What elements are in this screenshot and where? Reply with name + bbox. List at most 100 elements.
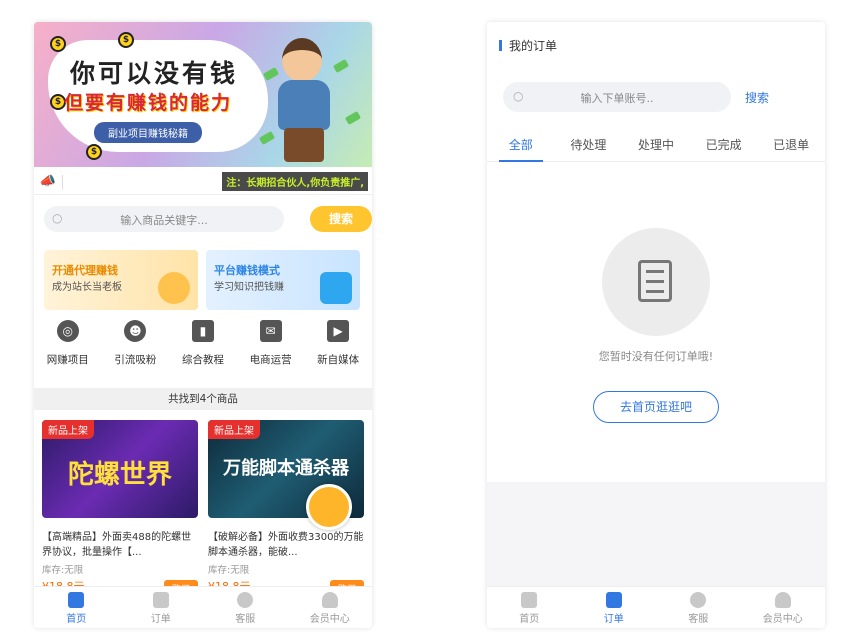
tab-label: 客服: [235, 614, 256, 625]
search-placeholder: 输入下单账号..: [580, 92, 654, 105]
tab-label: 客服: [688, 614, 709, 625]
home-icon: [68, 592, 85, 608]
megaphone-icon: 📣: [39, 174, 57, 189]
page-title: 我的订单: [509, 39, 558, 53]
product-stock: 库存:无限: [42, 565, 84, 576]
money-icon: [332, 59, 350, 73]
category-item-traffic[interactable]: ☻ 引流吸粉: [102, 320, 170, 372]
category-label: 综合教程: [181, 354, 224, 366]
order-icon: [605, 592, 622, 608]
tab-home[interactable]: 首页: [34, 587, 119, 628]
order-icon: [152, 592, 169, 608]
tab-home[interactable]: 首页: [487, 587, 572, 628]
promo-card-agent[interactable]: 开通代理赚钱 成为站长当老板: [44, 250, 198, 310]
notice-text: 注：长期招合伙人,你负责推广,: [222, 172, 368, 191]
member-icon: [321, 592, 338, 608]
category-label: 新自媒体: [317, 354, 360, 366]
page-header: 我的订单: [487, 22, 825, 68]
book-icon: ▮: [191, 320, 214, 342]
results-count: 共找到4个商品: [34, 388, 372, 410]
search-button[interactable]: 搜索: [745, 89, 769, 106]
service-icon: [237, 592, 254, 608]
promo-subtitle: 成为站长当老板: [52, 282, 122, 293]
content-footer-area: [487, 482, 825, 586]
tab-service[interactable]: 客服: [203, 587, 288, 628]
category-item-media[interactable]: ▶ 新自媒体: [304, 320, 372, 372]
empty-state-illustration: [602, 228, 710, 336]
mail-icon: ✉: [259, 320, 282, 342]
bottom-tab-bar: 首页 订单 客服 会员中心: [34, 586, 372, 628]
category-item-online-earning[interactable]: ◎ 网赚项目: [34, 320, 102, 372]
tab-orders[interactable]: 订单: [572, 587, 657, 628]
service-icon: [690, 592, 707, 608]
category-label: 引流吸粉: [114, 354, 157, 366]
empty-state-text: 您暂时没有任何订单哦!: [598, 350, 714, 363]
product-card[interactable]: 陀螺世界 新品上架 【高端精品】外面卖488的陀螺世界协议，批量操作【... 库…: [42, 420, 198, 597]
tab-label: 首页: [66, 614, 87, 625]
tab-refunded[interactable]: 已退单: [757, 132, 825, 161]
user-icon: ☻: [124, 320, 147, 342]
tab-label: 会员中心: [309, 614, 350, 625]
product-name: 【高端精品】外面卖488的陀螺世界协议，批量操作【...: [42, 532, 192, 558]
tab-service[interactable]: 客服: [656, 587, 741, 628]
notice-divider: [62, 174, 63, 189]
tab-member[interactable]: 会员中心: [288, 587, 373, 628]
video-icon: ▶: [327, 320, 350, 342]
search-input[interactable]: ○ 输入商品关键字...: [44, 206, 284, 232]
title-accent-bar: [499, 40, 502, 51]
tab-label: 首页: [519, 614, 540, 625]
money-icon: [262, 67, 280, 81]
category-label: 网赚项目: [46, 354, 89, 366]
promo-title: 平台赚钱模式: [214, 264, 280, 277]
tab-pending[interactable]: 待处理: [555, 132, 623, 161]
tab-member[interactable]: 会员中心: [741, 587, 826, 628]
floating-cloud-button[interactable]: [306, 484, 352, 530]
order-status-tabs: 全部 待处理 处理中 已完成 已退单: [487, 132, 825, 162]
tab-label: 会员中心: [762, 614, 803, 625]
category-label: 电商运营: [249, 354, 292, 366]
tab-all[interactable]: 全部: [487, 132, 555, 162]
new-badge: 新品上架: [208, 420, 260, 439]
category-grid: ◎ 网赚项目 ☻ 引流吸粉 ▮ 综合教程 ✉ 电商运营 ▶ 新自媒体: [34, 320, 372, 372]
banner-title: 你可以没有钱: [70, 59, 239, 88]
go-home-button[interactable]: 去首页逛逛吧: [593, 391, 719, 423]
tab-label: 订单: [603, 614, 624, 625]
product-image-text: 陀螺世界: [67, 460, 172, 490]
cartoon-man-body: [278, 80, 330, 130]
tab-completed[interactable]: 已完成: [690, 132, 758, 161]
product-image[interactable]: 陀螺世界 新品上架: [42, 420, 198, 518]
product-image-text: 万能脚本通杀器: [223, 458, 349, 479]
tab-orders[interactable]: 订单: [119, 587, 204, 628]
notice-bar[interactable]: 📣 注：长期招合伙人,你负责推广,: [34, 169, 372, 195]
tab-processing[interactable]: 处理中: [622, 132, 690, 161]
money-icon: [344, 111, 362, 125]
document-icon: [638, 260, 672, 302]
category-item-ecommerce[interactable]: ✉ 电商运营: [237, 320, 305, 372]
order-search-input[interactable]: ○ 输入下单账号..: [503, 82, 731, 112]
product-stock: 库存:无限: [208, 565, 250, 576]
globe-icon: ◎: [56, 320, 79, 342]
promo-title: 开通代理赚钱: [52, 264, 118, 277]
cartoon-man-head: [282, 38, 322, 82]
coin-stack-icon: [158, 272, 190, 304]
promo-banner[interactable]: $ $ $ $ 你可以没有钱 但要有赚钱的能力 副业项目赚钱秘籍: [34, 22, 372, 167]
search-button[interactable]: 搜索: [310, 206, 372, 232]
bag-icon: [320, 272, 352, 304]
new-badge: 新品上架: [42, 420, 94, 439]
money-icon: [258, 131, 276, 145]
banner-subtitle: 但要有赚钱的能力: [64, 92, 233, 114]
coin-icon: $: [86, 144, 102, 160]
coin-icon: $: [50, 36, 66, 52]
category-item-tutorials[interactable]: ▮ 综合教程: [169, 320, 237, 372]
tab-label: 订单: [150, 614, 171, 625]
search-row: ○ 输入商品关键字... 搜索: [44, 206, 372, 232]
promo-subtitle: 学习知识把钱赚: [214, 282, 284, 293]
member-icon: [774, 592, 791, 608]
orders-screen: 我的订单 ○ 输入下单账号.. 搜索 全部 待处理 处理中 已完成 已退单 您暂…: [487, 22, 825, 628]
product-name: 【破解必备】外面收费3300的万能脚本通杀器，能破...: [208, 532, 364, 558]
search-placeholder: 输入商品关键字...: [120, 214, 208, 227]
promo-card-platform[interactable]: 平台赚钱模式 学习知识把钱赚: [206, 250, 360, 310]
home-screen: $ $ $ $ 你可以没有钱 但要有赚钱的能力 副业项目赚钱秘籍 📣 注：长期招…: [34, 22, 372, 628]
banner-pill: 副业项目赚钱秘籍: [94, 122, 202, 143]
home-icon: [521, 592, 538, 608]
